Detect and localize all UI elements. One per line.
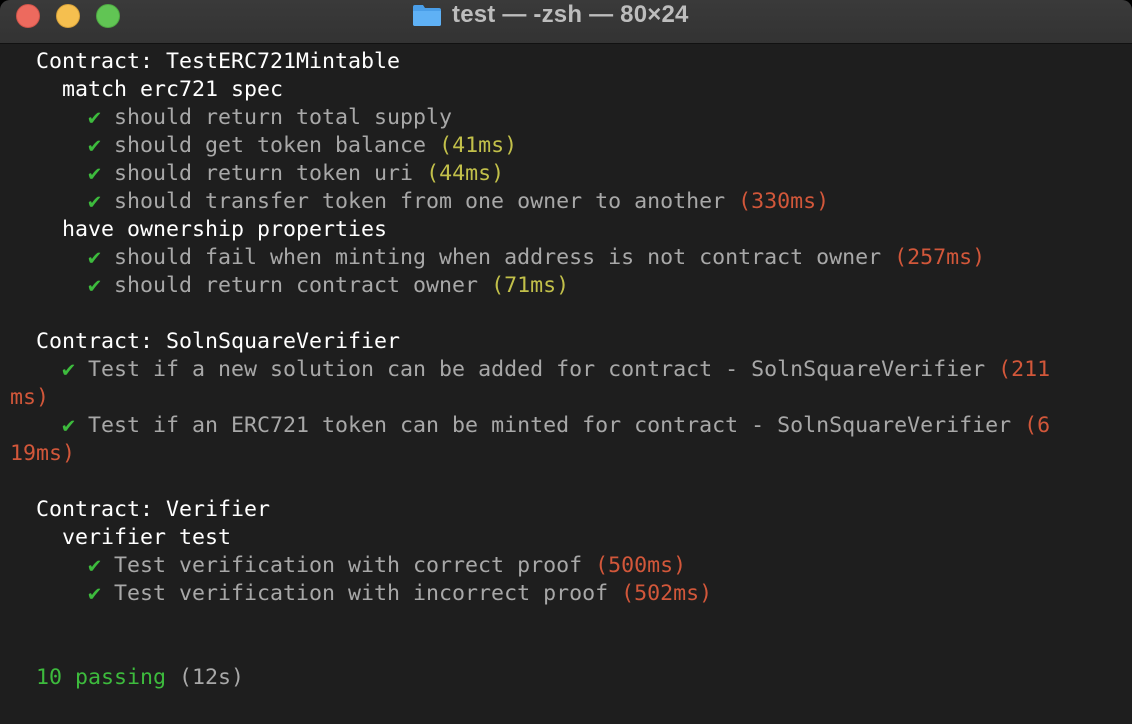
checkmark-icon: ✔	[88, 189, 102, 214]
test-result-line: ✔ should fail when minting when address …	[10, 244, 985, 272]
test-name: Test if a new solution can be added for …	[88, 357, 986, 382]
test-duration: (502ms)	[621, 581, 713, 606]
test-duration-wrap: 19ms)	[10, 441, 76, 466]
test-duration: (257ms)	[894, 245, 986, 270]
test-name: Test if an ERC721 token can be minted fo…	[88, 413, 1012, 438]
checkmark-icon: ✔	[88, 133, 102, 158]
test-duration: (44ms)	[426, 161, 505, 186]
terminal-window: test — -zsh — 80×24 Contract: TestERC721…	[0, 0, 1132, 724]
folder-icon	[412, 3, 442, 27]
minimize-button[interactable]	[56, 4, 80, 28]
wrapped-duration-line: 19ms)	[10, 440, 75, 468]
test-duration: (211	[998, 357, 1051, 382]
test-duration: (500ms)	[595, 553, 687, 578]
total-time: (12s)	[179, 665, 245, 690]
describe-label: match erc721 spec	[62, 77, 284, 102]
describe-label: have ownership properties	[62, 217, 388, 242]
test-name: should fail when minting when address is…	[114, 245, 882, 270]
test-name: should transfer token from one owner to …	[114, 189, 726, 214]
checkmark-icon: ✔	[62, 413, 76, 438]
test-duration-wrap: ms)	[10, 385, 50, 410]
test-result-line: ✔ Test verification with correct proof (…	[10, 552, 686, 580]
passing-count: 10 passing	[36, 665, 167, 690]
test-name: should return token uri	[114, 161, 414, 186]
test-name: Test verification with correct proof	[114, 553, 583, 578]
checkmark-icon: ✔	[88, 273, 102, 298]
zoom-button[interactable]	[96, 4, 120, 28]
contract-heading: Contract: TestERC721Mintable	[10, 48, 400, 76]
contract-heading: Contract: Verifier	[10, 496, 270, 524]
contract-name: Contract: SolnSquareVerifier	[36, 329, 401, 354]
title-bar: test — -zsh — 80×24	[0, 0, 1132, 44]
checkmark-icon: ✔	[62, 357, 76, 382]
test-result-line: ✔ should return contract owner (71ms)	[10, 272, 569, 300]
test-name: Test verification with incorrect proof	[114, 581, 609, 606]
describe-heading: verifier test	[10, 524, 231, 552]
test-result-line: ✔ should return token uri (44ms)	[10, 160, 504, 188]
test-name: should return total supply	[114, 105, 453, 130]
test-duration: (6	[1024, 413, 1051, 438]
terminal-output[interactable]: Contract: TestERC721Mintable match erc72…	[0, 44, 1132, 724]
test-duration: (41ms)	[439, 133, 518, 158]
contract-name: Contract: TestERC721Mintable	[36, 49, 401, 74]
contract-name: Contract: Verifier	[36, 497, 271, 522]
checkmark-icon: ✔	[88, 161, 102, 186]
describe-label: verifier test	[62, 525, 232, 550]
test-result-line: ✔ Test if a new solution can be added fo…	[10, 356, 1050, 384]
describe-heading: have ownership properties	[10, 216, 387, 244]
describe-heading: match erc721 spec	[10, 76, 283, 104]
checkmark-icon: ✔	[88, 245, 102, 270]
test-summary-line: 10 passing (12s)	[10, 664, 244, 692]
test-duration: (330ms)	[738, 189, 830, 214]
test-result-line: ✔ Test if an ERC721 token can be minted …	[10, 412, 1050, 440]
test-name: should get token balance	[114, 133, 427, 158]
window-title-group: test — -zsh — 80×24	[412, 0, 689, 30]
close-button[interactable]	[16, 4, 40, 28]
wrapped-duration-line: ms)	[10, 384, 49, 412]
test-result-line: ✔ should get token balance (41ms)	[10, 132, 517, 160]
window-title: test — -zsh — 80×24	[452, 1, 689, 28]
test-result-line: ✔ should transfer token from one owner t…	[10, 188, 829, 216]
contract-heading: Contract: SolnSquareVerifier	[10, 328, 400, 356]
checkmark-icon: ✔	[88, 553, 102, 578]
test-duration: (71ms)	[491, 273, 570, 298]
test-name: should return contract owner	[114, 273, 479, 298]
test-result-line: ✔ should return total supply	[10, 104, 452, 132]
test-result-line: ✔ Test verification with incorrect proof…	[10, 580, 712, 608]
checkmark-icon: ✔	[88, 581, 102, 606]
checkmark-icon: ✔	[88, 105, 102, 130]
